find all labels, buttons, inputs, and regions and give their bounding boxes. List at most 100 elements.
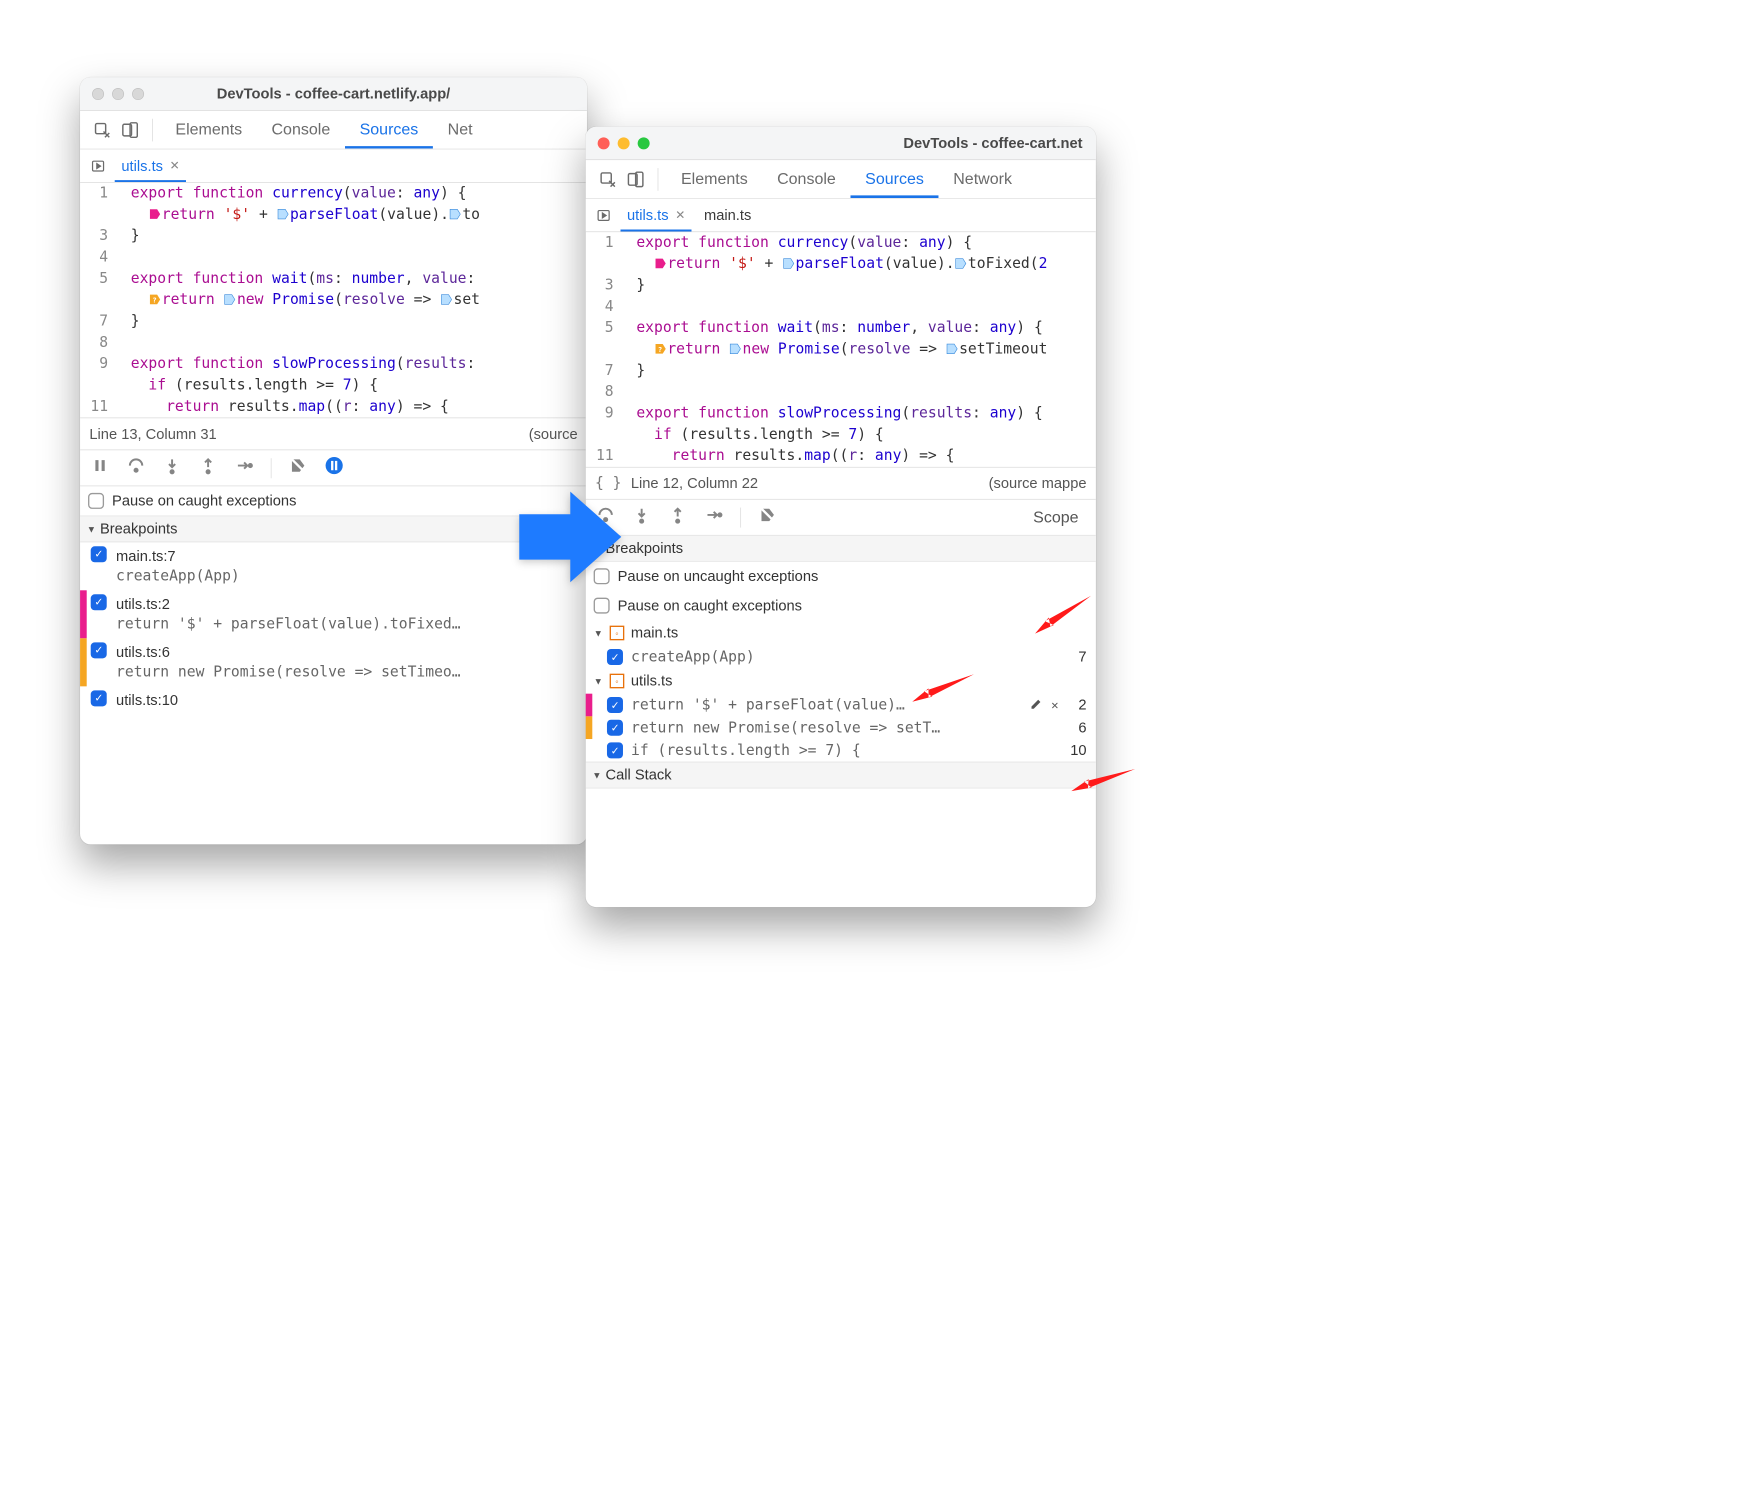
checkbox-checked[interactable]: ✓ [91,642,107,658]
breakpoint-group-main[interactable]: ▼ ◦ main.ts [586,620,1096,645]
breakpoints-header[interactable]: ▼ Breakpoints [586,535,1096,562]
deactivate-breakpoints-icon[interactable] [289,456,308,479]
breakpoint-file: utils.ts:6 [116,642,579,662]
file-tab-label: utils.ts [121,157,163,174]
pause-icon[interactable] [91,456,110,479]
tab-console[interactable]: Console [762,160,850,198]
code-editor[interactable]: 1export function currency(value: any) { … [80,183,587,418]
breakpoints-header[interactable]: ▼ Breakpoints [80,516,587,543]
breakpoint-group-utils[interactable]: ▼ ◦ utils.ts [586,668,1096,693]
breakpoint-item[interactable]: ✓ main.ts:7 createApp(App) [80,542,587,590]
device-icon[interactable] [116,121,144,138]
resume-icon[interactable] [87,154,110,177]
close-icon[interactable]: ✕ [170,159,180,173]
transition-arrow [514,480,627,597]
step-icon[interactable] [235,456,254,479]
checkbox-checked[interactable]: ✓ [607,697,623,713]
file-tab-utils[interactable]: utils.ts ✕ [620,199,692,232]
close-dot[interactable] [598,137,610,149]
conditional-icon: ? [148,291,160,304]
minimize-dot[interactable] [112,88,124,100]
call-stack-label: Call Stack [606,766,672,783]
pause-caught-row[interactable]: Pause on caught exceptions [80,486,587,515]
zoom-dot[interactable] [132,88,144,100]
breakpoint-row[interactable]: ✓ return new Promise(resolve => setT… 6 [586,716,1096,739]
file-tab-label: utils.ts [627,206,669,223]
pause-caught-row[interactable]: Pause on caught exceptions [586,591,1096,620]
tab-sources[interactable]: Sources [850,160,938,198]
pause-caught-label: Pause on caught exceptions [618,597,802,614]
edit-icon[interactable] [1030,697,1043,714]
breakpoints-list: ✓ main.ts:7 createApp(App) ✓ utils.ts:2 … [80,542,587,714]
file-tab-main[interactable]: main.ts [697,199,758,232]
checkbox-checked[interactable]: ✓ [607,742,623,758]
deactivate-breakpoints-icon[interactable] [758,506,777,529]
breakpoint-row[interactable]: ✓ return '$' + parseFloat(value)… ✕ 2 [586,694,1096,717]
scope-tab[interactable]: Scope [1026,508,1085,527]
checkbox-checked[interactable]: ✓ [91,690,107,706]
tab-network[interactable]: Network [939,160,1027,198]
breakpoint-item[interactable]: ✓ utils.ts:10 [80,686,587,714]
minimize-dot[interactable] [618,137,630,149]
code-editor[interactable]: 1export function currency(value: any) { … [586,232,1096,467]
device-icon[interactable] [622,170,650,187]
ts-file-icon: ◦ [610,674,625,689]
close-dot[interactable] [92,88,104,100]
file-tab-utils[interactable]: utils.ts ✕ [115,149,187,182]
pause-uncaught-row[interactable]: Pause on uncaught exceptions [586,562,1096,591]
inspect-icon[interactable] [88,121,116,138]
conditional-edge [80,638,87,686]
checkbox-unchecked[interactable] [88,493,104,509]
disclosure-triangle-icon: ▼ [592,770,601,781]
inspect-icon[interactable] [594,170,622,187]
checkbox-unchecked[interactable] [594,598,610,614]
zoom-dot[interactable] [638,137,650,149]
step-over-icon[interactable] [127,456,146,479]
step-out-icon[interactable] [199,456,218,479]
breakpoint-file: utils.ts:2 [116,594,579,614]
checkbox-checked[interactable]: ✓ [91,594,107,610]
breakpoint-icon [729,341,741,354]
breakpoint-code: createApp(App) [116,566,579,586]
logpoint-icon [654,255,666,268]
breakpoint-icon [449,206,461,219]
breakpoint-row[interactable]: ✓ if (results.length >= 7) { 10 [586,739,1096,762]
debugger-toolbar [80,450,587,486]
checkbox-checked[interactable]: ✓ [607,649,623,665]
breakpoint-icon [955,255,967,268]
step-into-icon[interactable] [163,456,182,479]
window-title: DevTools - coffee-cart.net [903,134,1082,151]
devtools-window-after: DevTools - coffee-cart.net Elements Cons… [586,127,1096,907]
breakpoint-row[interactable]: ✓ createApp(App) 7 [586,646,1096,669]
breakpoint-icon [782,255,794,268]
annotation-arrow-1 [1032,583,1094,648]
tab-console[interactable]: Console [257,111,345,149]
step-icon[interactable] [704,506,723,529]
checkbox-checked[interactable]: ✓ [91,546,107,562]
breakpoint-icon [277,206,289,219]
cursor-position: Line 13, Column 31 [89,425,216,442]
pause-exceptions-icon[interactable] [325,456,344,479]
delete-icon[interactable]: ✕ [1051,698,1058,712]
breakpoint-icon [440,291,452,304]
close-icon[interactable]: ✕ [675,208,685,222]
step-into-icon[interactable] [632,506,651,529]
tab-elements[interactable]: Elements [666,160,762,198]
breakpoints-label: Breakpoints [100,520,177,537]
breakpoint-item[interactable]: ✓ utils.ts:2 return '$' + parseFloat(val… [80,590,587,638]
checkbox-checked[interactable]: ✓ [607,720,623,736]
tab-network[interactable]: Net [433,111,487,149]
disclosure-triangle-icon: ▼ [594,628,603,639]
file-tabs: utils.ts ✕ main.ts [586,199,1096,232]
breakpoint-code: return new Promise(resolve => setTimeo… [116,662,579,682]
devtools-window-before: DevTools - coffee-cart.netlify.app/ Elem… [80,77,587,844]
tab-sources[interactable]: Sources [345,111,433,149]
svg-text:?: ? [152,295,156,304]
pause-uncaught-label: Pause on uncaught exceptions [618,568,819,585]
step-out-icon[interactable] [668,506,687,529]
breakpoint-item[interactable]: ✓ utils.ts:6 return new Promise(resolve … [80,638,587,686]
pause-options-panel: Pause on caught exceptions [80,486,587,516]
call-stack-header[interactable]: ▼ Call Stack [586,762,1096,789]
resume-icon[interactable] [592,204,615,227]
tab-elements[interactable]: Elements [161,111,257,149]
